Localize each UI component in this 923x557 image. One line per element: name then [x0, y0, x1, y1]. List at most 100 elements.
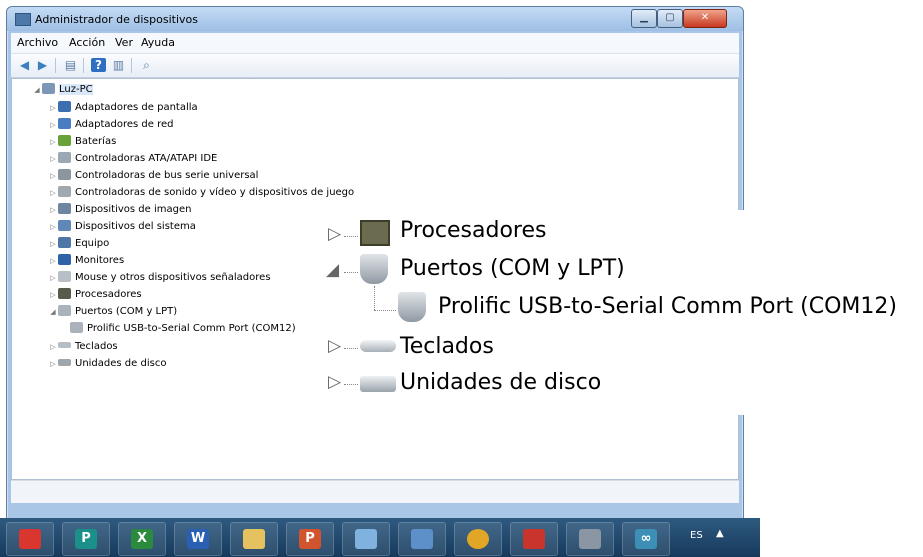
tree-root[interactable]: ◢ Luz-PC	[32, 82, 93, 98]
tree-item[interactable]: ▷ Mouse y otros dispositivos señaladores	[48, 270, 271, 286]
collapse-icon[interactable]: ◢	[32, 82, 42, 98]
expand-icon[interactable]: ▷	[48, 236, 58, 252]
disk-drive-icon	[360, 376, 396, 392]
collapse-icon[interactable]: ◢	[326, 260, 339, 280]
tree-root-label: Luz-PC	[59, 84, 93, 95]
tree-item[interactable]: ▷ Equipo	[48, 236, 109, 252]
expand-icon[interactable]: ▷	[48, 185, 58, 201]
device-manager-icon	[579, 529, 601, 549]
taskbar-app[interactable]: X	[118, 522, 166, 556]
expand-icon[interactable]: ▷	[48, 356, 58, 372]
expand-icon[interactable]: ▷	[48, 117, 58, 133]
tree-item-label: Unidades de disco	[75, 358, 167, 369]
taskbar-app[interactable]	[230, 522, 278, 556]
device-manager-icon	[15, 13, 31, 26]
word-icon: W	[187, 529, 209, 549]
minimize-button[interactable]: ▁	[631, 9, 657, 28]
tree-item-label: Baterías	[75, 136, 117, 147]
menu-ver[interactable]: Ver	[115, 36, 133, 49]
expand-icon[interactable]: ▷	[328, 336, 341, 356]
expand-icon[interactable]: ▷	[48, 151, 58, 167]
sound-icon	[58, 186, 71, 197]
keyboard-icon	[58, 342, 71, 348]
forward-icon[interactable]: ▶	[35, 58, 50, 72]
taskbar-app[interactable]	[398, 522, 446, 556]
publisher-icon: P	[75, 529, 97, 549]
expand-icon[interactable]: ▷	[48, 253, 58, 269]
expand-icon[interactable]: ▷	[48, 168, 58, 184]
help-icon[interactable]: ?	[91, 58, 106, 72]
maximize-button[interactable]: ▢	[657, 9, 683, 28]
ide-controller-icon	[58, 152, 71, 163]
properties-icon[interactable]: ▤	[63, 58, 78, 72]
imaging-device-icon	[58, 203, 71, 214]
taskbar-app[interactable]: P	[62, 522, 110, 556]
zoom-item[interactable]: Teclados	[400, 332, 494, 362]
expand-icon[interactable]: ▷	[328, 224, 341, 244]
tree-item[interactable]: ◢ Puertos (COM y LPT)	[48, 304, 177, 320]
window-title: Administrador de dispositivos	[35, 13, 199, 26]
zoom-item[interactable]: Prolific USB-to-Serial Comm Port (COM12)	[438, 292, 897, 322]
expand-icon[interactable]: ▷	[48, 339, 58, 355]
tree-item[interactable]: ▷ Controladoras de bus serie universal	[48, 168, 258, 184]
menu-bar: Archivo Acción Ver Ayuda	[11, 33, 739, 54]
tree-item-label: Dispositivos del sistema	[75, 221, 196, 232]
expand-icon[interactable]: ▷	[48, 270, 58, 286]
view-icon[interactable]: ▥	[111, 58, 126, 72]
tree-item[interactable]: ▷ Adaptadores de pantalla	[48, 100, 198, 116]
expand-icon[interactable]: ▷	[328, 372, 341, 392]
expand-icon[interactable]: ▷	[48, 202, 58, 218]
tree-item-label: Controladoras ATA/ATAPI IDE	[75, 153, 218, 164]
battery-icon	[58, 135, 71, 146]
taskbar-app[interactable]	[510, 522, 558, 556]
expand-icon[interactable]: ▷	[48, 100, 58, 116]
zoom-item[interactable]: Puertos (COM y LPT)	[400, 254, 625, 284]
taskbar-app[interactable]: ∞	[622, 522, 670, 556]
toolbar: ◀ ▶ ▤ ? ▥ ⌕	[11, 54, 739, 78]
menu-archivo[interactable]: Archivo	[17, 36, 58, 49]
scan-hardware-icon[interactable]: ⌕	[139, 58, 154, 72]
display-adapter-icon	[58, 101, 71, 112]
taskbar-app[interactable]	[342, 522, 390, 556]
tree-item[interactable]: ▷ Procesadores	[48, 287, 142, 303]
arduino-icon: ∞	[635, 529, 657, 549]
close-button[interactable]: ✕	[683, 9, 727, 28]
language-indicator[interactable]: ES	[690, 530, 703, 541]
tree-connector	[344, 384, 358, 385]
taskbar-app[interactable]: W	[174, 522, 222, 556]
tree-connector	[374, 310, 396, 311]
menu-accion[interactable]: Acción	[69, 36, 105, 49]
collapse-icon[interactable]: ◢	[48, 304, 58, 320]
tree-item[interactable]: ▷ Baterías	[48, 134, 116, 150]
taskbar-app[interactable]	[566, 522, 614, 556]
tree-item-label: Puertos (COM y LPT)	[75, 306, 178, 317]
title-bar[interactable]: Administrador de dispositivos ▁ ▢ ✕	[7, 7, 743, 31]
taskbar-app[interactable]	[6, 522, 54, 556]
taskbar-app[interactable]	[454, 522, 502, 556]
menu-ayuda[interactable]: Ayuda	[141, 36, 175, 49]
tree-connector	[374, 286, 375, 310]
tree-item[interactable]: Prolific USB-to-Serial Comm Port (COM12)	[70, 321, 296, 337]
expand-icon[interactable]: ▷	[48, 134, 58, 150]
folder-icon	[243, 529, 265, 549]
tree-item[interactable]: ▷ Unidades de disco	[48, 356, 166, 372]
network-adapter-icon	[58, 118, 71, 129]
tray-arrow-icon[interactable]: ▲	[716, 528, 724, 539]
toolbar-separator	[83, 58, 84, 73]
tree-item[interactable]: ▷ Dispositivos de imagen	[48, 202, 191, 218]
tree-item[interactable]: ▷ Controladoras de sonido y vídeo y dispo…	[48, 185, 354, 201]
zoom-item[interactable]: Unidades de disco	[400, 368, 601, 398]
tree-item[interactable]: ▷ Teclados	[48, 339, 117, 355]
tree-connector	[344, 236, 358, 237]
tree-item[interactable]: ▷ Monitores	[48, 253, 124, 269]
expand-icon[interactable]: ▷	[48, 287, 58, 303]
tree-item[interactable]: ▷ Dispositivos del sistema	[48, 219, 196, 235]
port-icon	[360, 254, 388, 284]
excel-icon: X	[131, 529, 153, 549]
zoom-item[interactable]: Procesadores	[400, 216, 546, 246]
tree-item[interactable]: ▷ Controladoras ATA/ATAPI IDE	[48, 151, 217, 167]
tree-item[interactable]: ▷ Adaptadores de red	[48, 117, 174, 133]
expand-icon[interactable]: ▷	[48, 219, 58, 235]
taskbar-app[interactable]: P	[286, 522, 334, 556]
back-icon[interactable]: ◀	[17, 58, 32, 72]
